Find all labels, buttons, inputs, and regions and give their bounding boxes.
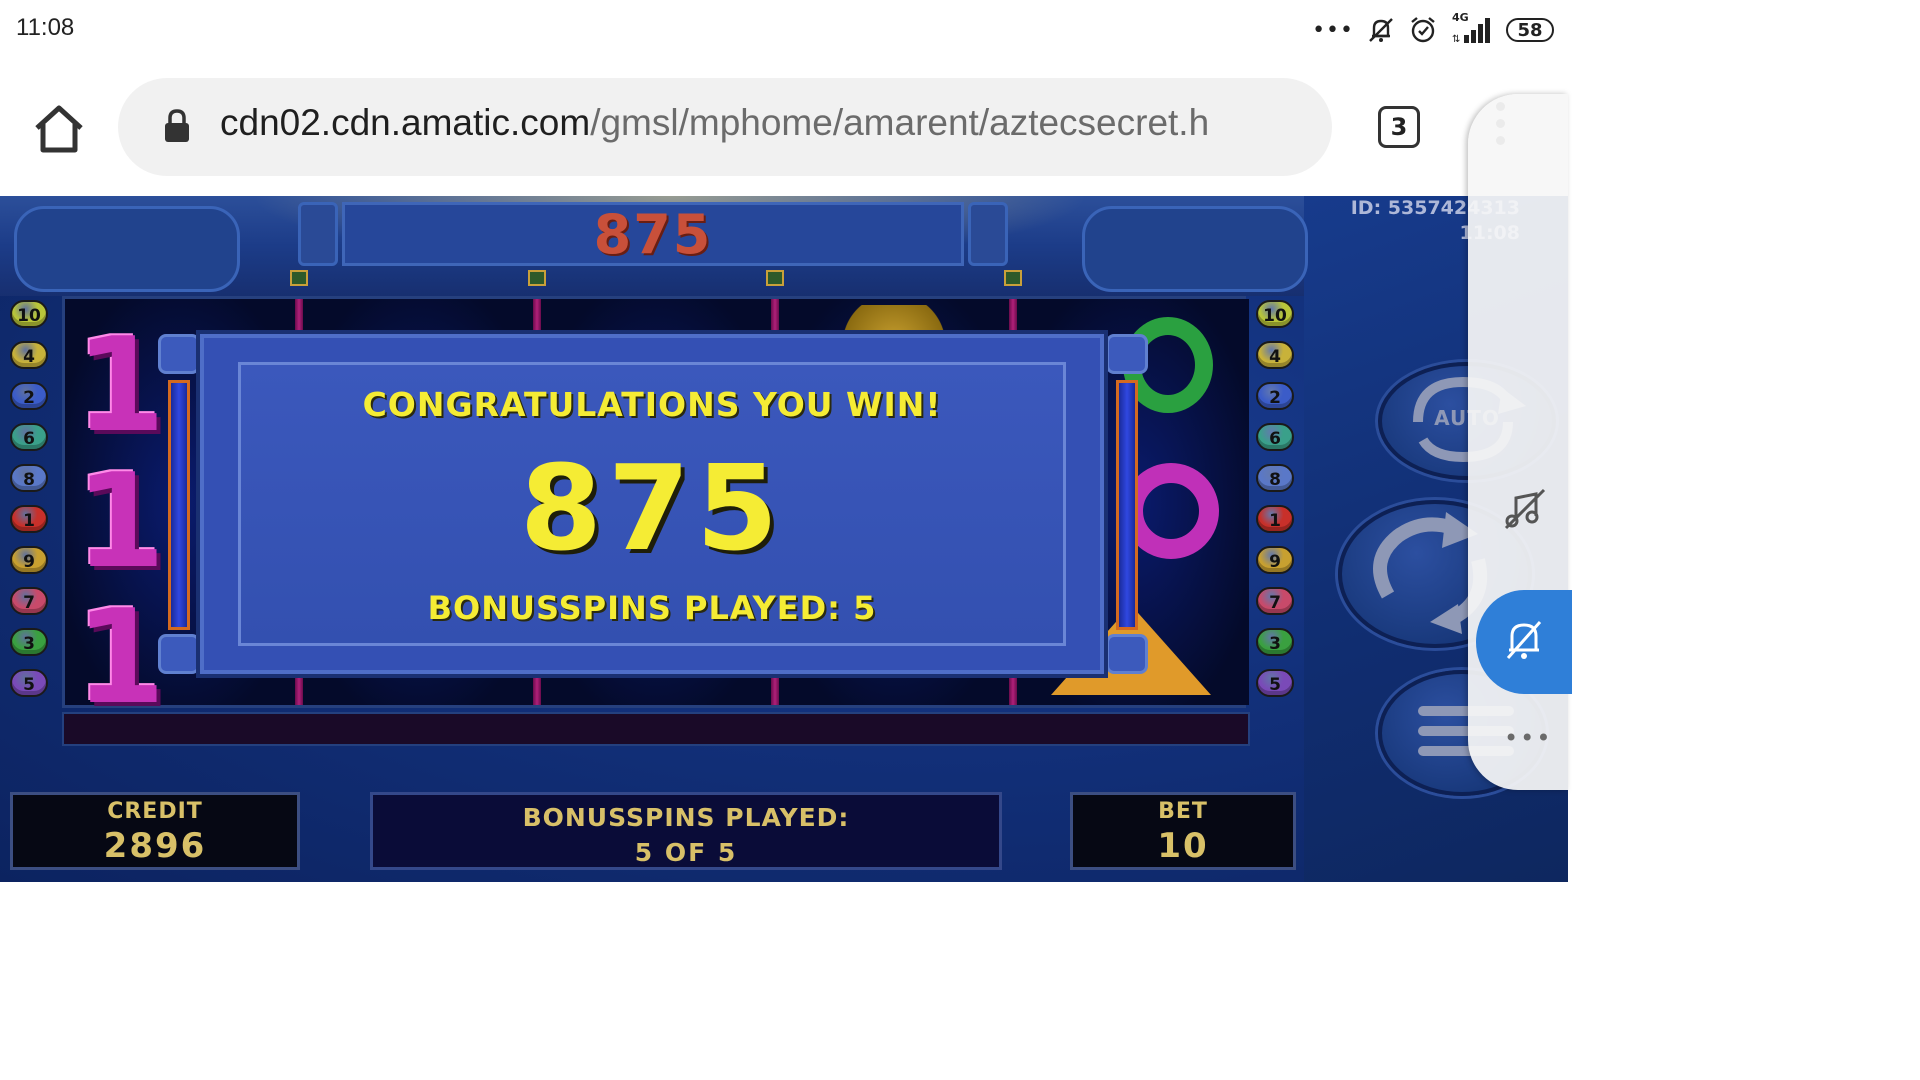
svg-text:⇅: ⇅	[1452, 34, 1460, 45]
win-bonusspins-text: BONUSSPINS PLAYED: 5	[427, 589, 877, 627]
bonusspins-panel: BONUSSPINS PLAYED: 5 OF 5	[370, 792, 1002, 870]
payline-badge[interactable]: 9	[10, 546, 48, 574]
bet-value: 10	[1157, 826, 1209, 866]
payline-badge[interactable]: 10	[10, 300, 48, 328]
credit-label: CREDIT	[107, 799, 203, 824]
payline-badge[interactable]: 7	[10, 587, 48, 615]
win-heading: CONGRATULATIONS YOU WIN!	[362, 385, 942, 424]
bell-off-button[interactable]	[1476, 590, 1572, 694]
payline-badge[interactable]: 3	[10, 628, 48, 656]
payline-badge[interactable]: 1	[10, 505, 48, 533]
payline-column-right: 10 4 2 6 8 1 9 7 3 5	[1256, 300, 1296, 710]
music-off-icon[interactable]	[1500, 484, 1550, 534]
win-dialog-inner: CONGRATULATIONS YOU WIN! 875 BONUSSPINS …	[238, 362, 1066, 646]
bell-off-icon	[1506, 621, 1542, 659]
payline-badge[interactable]: 5	[10, 669, 48, 697]
home-icon[interactable]	[30, 100, 88, 158]
status-time: 11:08	[16, 14, 75, 41]
payline-badge[interactable]: 2	[1256, 382, 1294, 410]
url-text[interactable]: cdn02.cdn.amatic.com/gmsl/mphome/amarent…	[220, 102, 1310, 144]
payline-badge[interactable]: 3	[1256, 628, 1294, 656]
serpent-decoration-left	[14, 206, 240, 292]
alarm-icon	[1411, 17, 1435, 43]
lock-icon	[165, 109, 189, 142]
network-type: 4G	[1452, 11, 1469, 24]
bet-label: BET	[1158, 799, 1208, 824]
payline-badge[interactable]: 6	[1256, 423, 1294, 451]
browser-toolbar: cdn02.cdn.amatic.com/gmsl/mphome/amarent…	[0, 62, 1568, 196]
notifications-off-icon	[1369, 18, 1393, 42]
url-host: cdn02.cdn.amatic.com	[220, 102, 591, 143]
dialog-pillar-left	[158, 334, 200, 674]
payline-badge[interactable]: 9	[1256, 546, 1294, 574]
battery-icon: 58	[1506, 18, 1554, 42]
status-more-dots: •••	[1312, 17, 1354, 43]
payline-badge[interactable]: 4	[10, 341, 48, 369]
reel-bottom-strip	[62, 712, 1250, 746]
win-dialog: CONGRATULATIONS YOU WIN! 875 BONUSSPINS …	[200, 334, 1104, 674]
top-win-display: 875	[342, 202, 964, 266]
more-dots-icon[interactable]: •••	[1504, 724, 1552, 752]
payline-badge[interactable]: 2	[10, 382, 48, 410]
slot-game: 875 ID: 5357424313 11:08 1 1 1 10 4	[0, 196, 1568, 882]
credit-value: 2896	[103, 826, 207, 866]
payline-badge[interactable]: 8	[1256, 464, 1294, 492]
payline-badge[interactable]: 7	[1256, 587, 1294, 615]
payline-badge[interactable]: 5	[1256, 669, 1294, 697]
bonusspins-label: BONUSSPINS PLAYED:	[522, 803, 850, 832]
win-amount: 875	[519, 439, 785, 577]
payline-badge[interactable]: 10	[1256, 300, 1294, 328]
bonusspins-value: 5 OF 5	[634, 838, 738, 867]
address-bar[interactable]: cdn02.cdn.amatic.com/gmsl/mphome/amarent…	[118, 78, 1332, 176]
tabs-icon[interactable]: 3	[1378, 106, 1420, 148]
credit-panel: CREDIT 2896	[10, 792, 300, 870]
serpent-decoration-right	[1082, 206, 1308, 292]
status-bar: 11:08 ••• 4G ⇅ 58	[0, 0, 1568, 62]
payline-badge[interactable]: 6	[10, 423, 48, 451]
url-path: /gmsl/mphome/amarent/aztecsecret.h	[590, 102, 1210, 143]
bet-panel: BET 10	[1070, 792, 1296, 870]
dialog-pillar-right	[1106, 334, 1148, 674]
payline-badge[interactable]: 8	[10, 464, 48, 492]
status-icons: ••• 4G ⇅ 58	[1312, 11, 1554, 48]
signal-icon: 4G ⇅	[1450, 11, 1494, 45]
payline-column-left: 10 4 2 6 8 1 9 7 3 5	[10, 300, 50, 710]
payline-badge[interactable]: 4	[1256, 341, 1294, 369]
payline-badge[interactable]: 1	[1256, 505, 1294, 533]
